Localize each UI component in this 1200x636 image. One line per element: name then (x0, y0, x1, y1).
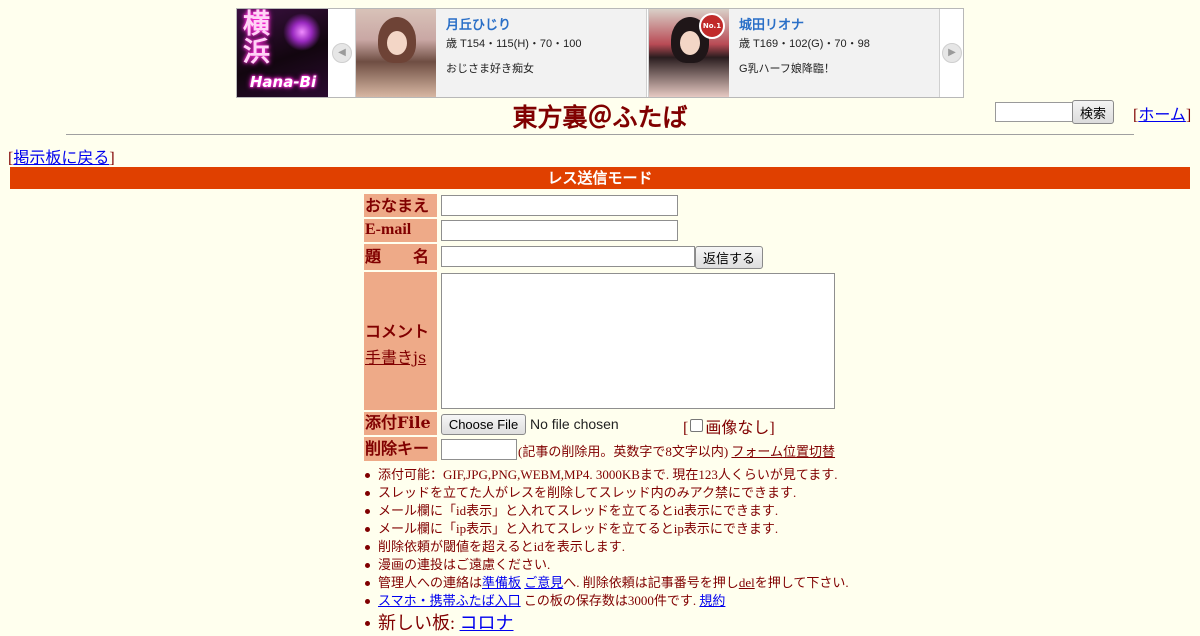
notice-text: 管理人への連絡は (378, 575, 483, 590)
del-link[interactable]: del (739, 575, 755, 590)
subject-label: 題 名 (364, 244, 437, 270)
file-label: 添付File (364, 412, 437, 435)
card-stats: 歳 T154・115(H)・70・100 (446, 38, 582, 50)
list-item: メール欄に「id表示」と入れてスレッドを立てるとid表示にできます. (364, 502, 849, 520)
delete-key-label: 削除キー (364, 437, 437, 461)
notice-text: へ. 削除依頼は記事番号を押し (563, 575, 739, 590)
banner-card[interactable]: No.1 城田リオナ 歳 T169・102(G)・70・98 G乳ハーフ娘降臨！ (648, 9, 940, 97)
search-button[interactable]: 検索 (1072, 100, 1114, 124)
rank-badge: No.1 (699, 13, 725, 39)
new-board-link[interactable]: コロナ (460, 613, 514, 633)
card-description: おじさま好き痴女 (446, 63, 534, 75)
card-description: G乳ハーフ娘降臨！ (739, 63, 835, 75)
notice-text: を押して下さい. (754, 575, 849, 590)
reply-submit-button[interactable]: 返信する (695, 246, 763, 269)
feedback-link[interactable]: ご意見 (524, 575, 563, 590)
comment-textarea[interactable] (441, 273, 835, 409)
name-input[interactable] (441, 195, 678, 216)
shop-logo-text: Hana-Bi (249, 73, 317, 91)
no-image-label: 画像なし (705, 420, 770, 437)
notice-text: 漫画の連投はご遠慮ください. (378, 557, 551, 572)
card-photo: No.1 (649, 9, 729, 97)
shop-logo[interactable]: 横浜 Hana-Bi (237, 9, 328, 97)
list-item: スマホ・携帯ふたば入口 この板の保存数は3000件です. 規約 (364, 592, 849, 610)
ad-banner[interactable]: 横浜 Hana-Bi ◀ 月丘ひじり 歳 T154・115(H)・70・100 … (236, 8, 964, 98)
delete-key-input[interactable] (441, 439, 517, 460)
card-info: 城田リオナ 歳 T169・102(G)・70・98 G乳ハーフ娘降臨！ (739, 14, 870, 76)
notice-text: この板の保存数は3000件です. (523, 593, 697, 608)
card-stats: 歳 T169・102(G)・70・98 (739, 38, 870, 50)
home-link-wrapper: [ホーム] (1133, 107, 1192, 124)
list-item: 新しい板: コロナ (364, 610, 849, 636)
notice-text: メール欄に「ip表示」と入れてスレッドを立てるとip表示にできます. (378, 521, 779, 536)
card-name[interactable]: 月丘ひじり (446, 14, 582, 33)
notice-text: メール欄に「id表示」と入れてスレッドを立てるとid表示にできます. (378, 503, 779, 518)
notice-text: 添付可能：GIF,JPG,PNG,WEBM,MP4. 3000KBまで. 現在1… (378, 467, 838, 482)
form-position-toggle-link[interactable]: フォーム位置切替 (731, 444, 835, 459)
delete-key-note: (記事の削除用。英数字で8文字以内) (518, 444, 729, 459)
no-image-checkbox[interactable] (690, 419, 704, 432)
notice-text: 削除依頼が閾値を超えるとidを表示します. (378, 539, 625, 554)
handwrite-link[interactable]: 手書きjs (365, 344, 437, 368)
choose-file-button[interactable]: Choose File (441, 414, 526, 435)
subject-input[interactable] (441, 246, 695, 267)
reply-mode-bar: レス送信モード (10, 167, 1190, 189)
notice-list: 添付可能：GIF,JPG,PNG,WEBM,MP4. 3000KBまで. 現在1… (364, 466, 849, 636)
shop-logo-kanji: 横浜 (243, 9, 270, 68)
banner-next-arrow-icon[interactable]: ▶ (942, 43, 962, 63)
email-label: E-mail (364, 219, 437, 242)
list-item: 削除依頼が閾値を超えるとidを表示します. (364, 538, 849, 556)
list-item: 添付可能：GIF,JPG,PNG,WEBM,MP4. 3000KBまで. 現在1… (364, 466, 849, 484)
no-image-option: [画像なし] (683, 419, 775, 437)
mobile-entry-link[interactable]: スマホ・携帯ふたば入口 (378, 593, 521, 608)
home-link[interactable]: ホーム (1138, 107, 1186, 124)
banner-prev-arrow-icon[interactable]: ◀ (332, 43, 352, 63)
junbi-board-link[interactable]: 準備板 (482, 575, 521, 590)
notice-text: 新しい板: (378, 613, 460, 633)
search-input[interactable] (995, 102, 1075, 122)
terms-link[interactable]: 規約 (699, 593, 725, 608)
list-item: メール欄に「ip表示」と入れてスレッドを立てるとip表示にできます. (364, 520, 849, 538)
card-photo (356, 9, 436, 97)
list-item: 管理人への連絡は準備板 ご意見へ. 削除依頼は記事番号を押しdelを押して下さい… (364, 574, 849, 592)
back-link-wrapper: [掲示板に戻る] (8, 150, 115, 167)
photo-face (387, 31, 407, 55)
notice-text: スレッドを立てた人がレスを削除してスレッド内のみアク禁にできます. (378, 485, 797, 500)
card-name[interactable]: 城田リオナ (739, 14, 870, 33)
divider (66, 134, 1134, 135)
delete-key-note-wrapper: (記事の削除用。英数字で8文字以内) フォーム位置切替 (518, 441, 835, 460)
photo-face (680, 31, 700, 55)
comment-label-cell: コメント 手書きjs (364, 272, 437, 410)
list-item: スレッドを立てた人がレスを削除してスレッド内のみアク禁にできます. (364, 484, 849, 502)
flower-decoration (283, 13, 321, 51)
email-input[interactable] (441, 220, 678, 241)
list-item: 漫画の連投はご遠慮ください. (364, 556, 849, 574)
comment-label: コメント (365, 322, 430, 341)
back-to-board-link[interactable]: 掲示板に戻る (13, 150, 109, 167)
banner-card[interactable]: 月丘ひじり 歳 T154・115(H)・70・100 おじさま好き痴女 (355, 9, 647, 97)
file-status: No file chosen (530, 416, 619, 432)
name-label: おなまえ (364, 194, 437, 217)
card-info: 月丘ひじり 歳 T154・115(H)・70・100 おじさま好き痴女 (446, 14, 582, 76)
